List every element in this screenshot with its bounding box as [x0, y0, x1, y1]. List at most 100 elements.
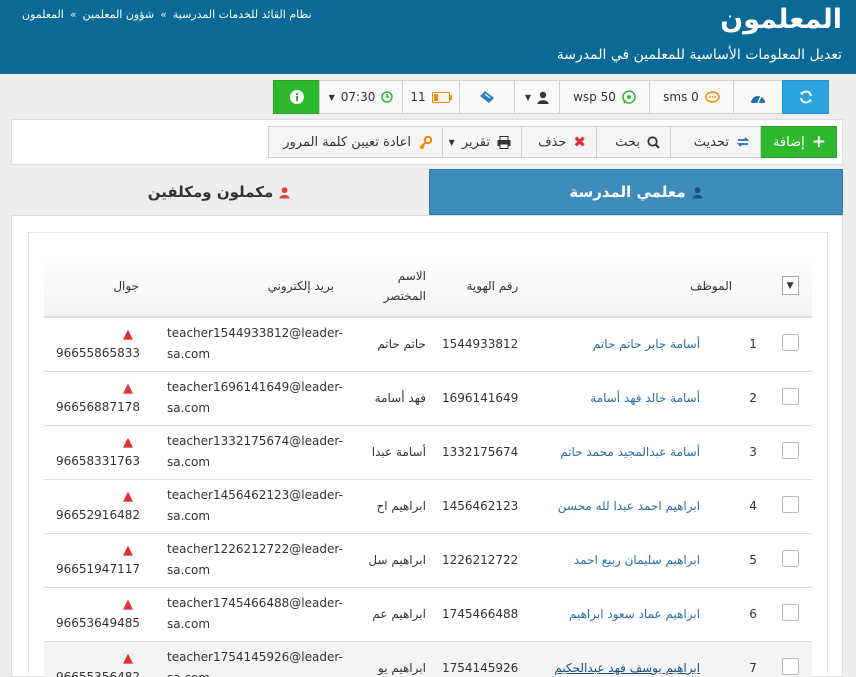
employee-name-cell: ابراهيم يوسف فهد عبدالحكيم	[524, 641, 739, 677]
row-number: 5	[738, 533, 769, 588]
column-header-email[interactable]: بريد إلكتروني	[159, 255, 354, 318]
row-checkbox[interactable]	[781, 604, 799, 621]
breadcrumb-separator: »	[160, 8, 167, 21]
row-number-header	[738, 255, 769, 318]
table-row[interactable]: 3 أسامة عبدالمجيد محمد حاتم 1332175674 أسام…	[44, 425, 812, 480]
reset-password-button[interactable]: اعادة تعيين كلمة المرور	[268, 126, 443, 158]
email-cell: teacher1332175674@leader-sa.com	[159, 425, 354, 480]
page-subtitle: تعديل المعلومات الأساسية للمعلمين في الم…	[556, 47, 842, 63]
warning-icon: ▲	[123, 327, 133, 343]
employee-name-cell: أسامة عبدالمجيد محمد حاتم	[524, 425, 739, 480]
column-header-employee[interactable]: الموظف	[524, 255, 739, 318]
row-number: 6	[738, 587, 769, 642]
close-icon: ✖	[573, 133, 586, 151]
employee-name-link[interactable]: ابراهيم احمد عبدا لله محسن	[558, 499, 700, 513]
mobile-cell: ▲ 96658331763	[44, 425, 159, 480]
mobile-cell: ▲ 96653649485	[44, 587, 159, 642]
email-cell: teacher1456462123@leader-sa.com	[159, 479, 354, 534]
refresh-label: تحديث	[693, 134, 729, 150]
row-checkbox[interactable]	[781, 658, 799, 675]
row-checkbox-cell	[768, 533, 812, 588]
refresh-icon	[736, 136, 750, 148]
column-header-short-name[interactable]: الاسم المختصر	[353, 255, 432, 318]
info-button[interactable]	[273, 80, 320, 114]
row-checkbox[interactable]	[781, 496, 799, 513]
whatsapp-value: wsp 50	[573, 90, 616, 104]
content-panel: ▼ الموظف رقم الهوية الاسم المختصر بريد إ…	[11, 215, 843, 677]
ticket-button[interactable]	[459, 80, 515, 114]
delete-button[interactable]: ✖ حذف	[521, 126, 597, 158]
employee-name-link[interactable]: ابراهيم عماد سعود ابراهيم	[569, 607, 700, 621]
table-row[interactable]: 4 ابراهيم احمد عبدا لله محسن 1456462123 ابر…	[44, 479, 812, 534]
whatsapp-balance[interactable]: wsp 50	[559, 80, 650, 114]
battery-icon	[431, 91, 452, 103]
mobile-number: 96655865833	[56, 346, 140, 361]
mobile-number: 96655356482	[56, 670, 140, 677]
dashboard-icon	[750, 91, 766, 104]
short-name-cell: ابراهيم سل	[353, 533, 432, 588]
sms-value: sms 0	[663, 90, 699, 104]
delete-label: حذف	[538, 134, 567, 150]
employee-name-cell: ابراهيم احمد عبدا لله محسن	[524, 479, 739, 534]
tab-supplementary-label: مكملون ومكلفين	[147, 183, 274, 201]
employee-name-cell: أسامة خالد فهد أسامة	[524, 371, 739, 426]
chevron-down-icon[interactable]: ▼	[781, 276, 799, 295]
column-header-mobile[interactable]: جوال	[44, 255, 159, 318]
row-checkbox[interactable]	[781, 442, 799, 459]
info-icon	[289, 90, 304, 104]
time-value: 07:30	[340, 90, 376, 104]
plus-icon: +	[811, 132, 826, 152]
report-dropdown-button[interactable]: تقرير ▼	[442, 126, 522, 158]
table-row[interactable]: 2 أسامة خالد فهد أسامة 1696141649 فهد أسامة…	[44, 371, 812, 426]
add-button[interactable]: + إضافة	[760, 126, 837, 158]
tab-school-teachers[interactable]: معلمي المدرسة	[429, 169, 843, 215]
employee-name-link[interactable]: ابراهيم سليمان ربيع احمد	[574, 553, 700, 567]
mobile-cell: ▲ 96655865833	[44, 317, 159, 372]
page-header: المعلمون تعديل المعلومات الأساسية للمعلم…	[0, 0, 856, 74]
employee-name-link[interactable]: ابراهيم يوسف فهد عبدالحكيم	[554, 661, 700, 675]
tab-school-teachers-label: معلمي المدرسة	[569, 183, 686, 201]
row-checkbox[interactable]	[781, 388, 799, 405]
short-name-cell: ابراهيم عم	[353, 587, 432, 642]
warning-icon: ▲	[123, 435, 133, 450]
row-checkbox[interactable]	[781, 550, 799, 567]
search-button[interactable]: بحث	[596, 126, 671, 158]
sms-balance[interactable]: sms 0	[649, 80, 734, 114]
table-row[interactable]: 5 ابراهيم سليمان ربيع احمد 1226212722 ابراه…	[44, 533, 812, 588]
refresh-page-button[interactable]	[782, 80, 829, 114]
chevron-down-icon: ▼	[328, 92, 335, 102]
search-icon	[647, 135, 660, 149]
user-menu-button[interactable]: ▼	[514, 80, 560, 114]
tab-supplementary[interactable]: مكملون ومكلفين	[11, 169, 427, 215]
short-name-cell: أسامة عبدا	[353, 425, 432, 480]
clock-icon	[381, 91, 394, 103]
print-icon	[497, 135, 511, 149]
time-display[interactable]: ▼ 07:30	[319, 80, 403, 114]
table-row[interactable]: 6 ابراهيم عماد سعود ابراهيم 1745466488 ابرا…	[44, 587, 812, 642]
table-row[interactable]: 7 ابراهيم يوسف فهد عبدالحكيم 1754145926 ابر…	[44, 641, 812, 677]
battery-value: 11	[410, 90, 426, 104]
battery-status[interactable]: 11	[402, 80, 460, 114]
breadcrumb-item-teachers-affairs[interactable]: شؤون المعلمين	[83, 8, 155, 21]
table-row[interactable]: 1 أسامة جابر حاتم حاتم 1544933812 حاتم حاتم…	[44, 317, 812, 372]
refresh-button[interactable]: تحديث	[670, 126, 761, 158]
dashboard-button[interactable]	[733, 80, 783, 114]
employee-name-link[interactable]: أسامة خالد فهد أسامة	[590, 391, 700, 405]
id-number-cell: 1226212722	[431, 533, 525, 588]
mobile-cell: ▲ 96656887178	[44, 371, 159, 426]
breadcrumb-item-system[interactable]: نظام القائد للخدمات المدرسية	[173, 8, 312, 21]
mobile-number: 96658331763	[56, 454, 140, 468]
warning-icon: ▲	[123, 489, 133, 504]
row-number: 7	[738, 641, 769, 677]
mobile-number: 96653649485	[56, 616, 140, 630]
short-name-cell: ابراهيم يو	[353, 641, 432, 677]
add-label: إضافة	[772, 134, 805, 150]
row-checkbox[interactable]	[781, 334, 799, 352]
short-name-cell: ابراهيم اح	[353, 479, 432, 534]
select-all-header: ▼	[768, 255, 812, 318]
column-header-id-number[interactable]: رقم الهوية	[431, 255, 525, 318]
employee-name-link[interactable]: أسامة جابر حاتم حاتم	[593, 337, 700, 351]
breadcrumb-item-teachers[interactable]: المعلمون	[22, 8, 64, 21]
employee-name-link[interactable]: أسامة عبدالمجيد محمد حاتم	[560, 445, 700, 459]
row-checkbox-cell	[768, 641, 812, 677]
